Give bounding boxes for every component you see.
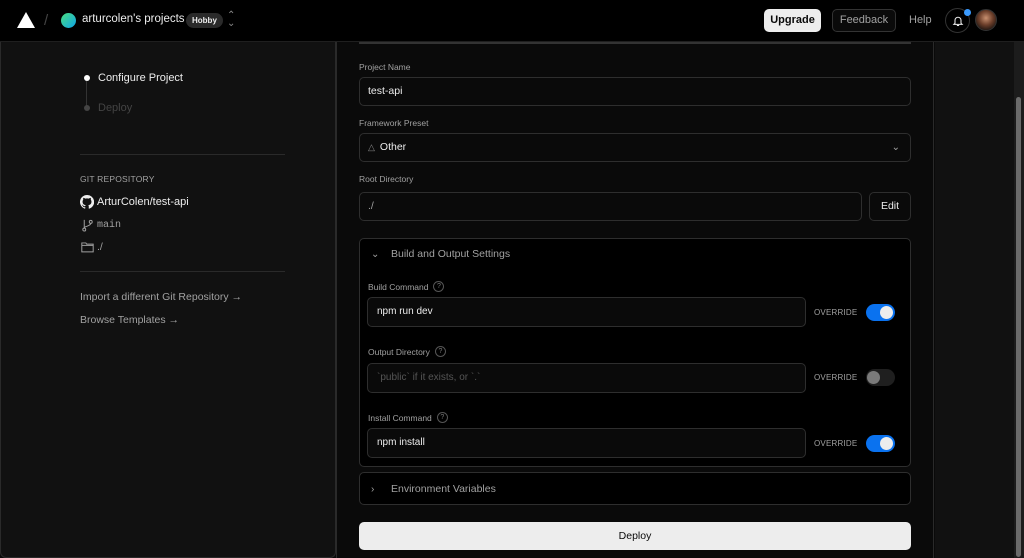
step-pending-dot-icon (84, 105, 90, 111)
output-directory-label: Output Directory ? (368, 346, 446, 357)
step-label: Deploy (98, 102, 133, 114)
help-question-icon[interactable]: ? (434, 346, 446, 357)
toggle-knob (880, 437, 893, 450)
edit-root-directory-button[interactable]: Edit (869, 192, 911, 221)
override-label: OVERRIDE (814, 439, 858, 448)
page-scrollbar[interactable] (1014, 42, 1024, 558)
github-icon (80, 195, 94, 209)
build-output-settings-toggle[interactable]: ⌄ Build and Output Settings (371, 248, 510, 260)
repo-name: ArturColen/test-api (97, 196, 189, 208)
feedback-button[interactable]: Feedback (832, 9, 896, 32)
deploy-button[interactable]: Deploy (359, 522, 911, 550)
step-current-dot-icon (84, 75, 90, 81)
upgrade-button[interactable]: Upgrade (764, 9, 821, 32)
sidebar-divider (80, 154, 285, 155)
output-directory-override-toggle[interactable] (866, 369, 895, 386)
team-avatar[interactable] (61, 13, 76, 28)
build-command-label: Build Command ? (368, 281, 445, 292)
git-branch-icon (80, 218, 94, 232)
folder-icon (80, 240, 94, 254)
notification-badge (964, 9, 971, 16)
framework-value: Other (379, 141, 407, 153)
build-command-input[interactable]: npm run dev (367, 297, 806, 327)
repo-link[interactable]: ArturColen/test-api (80, 195, 189, 209)
directory-path: ./ (97, 241, 103, 253)
step-label: Configure Project (98, 72, 183, 84)
help-question-icon[interactable]: ? (433, 281, 445, 292)
label-text: Build Command (368, 281, 429, 292)
sidebar-divider (80, 271, 285, 272)
toggle-knob (867, 371, 880, 384)
framework-other-icon: △ (368, 142, 375, 152)
step-configure-project: Configure Project (84, 72, 183, 84)
user-avatar[interactable] (975, 9, 997, 31)
environment-variables-toggle[interactable]: › Environment Variables (371, 483, 496, 495)
breadcrumb-separator: / (44, 12, 49, 29)
toggle-knob (880, 306, 893, 319)
vercel-logo-icon[interactable] (17, 12, 35, 28)
chevron-right-icon: › (371, 483, 375, 495)
install-command-input[interactable]: npm install (367, 428, 806, 458)
browse-templates-link[interactable]: Browse Templates → (80, 314, 179, 326)
directory-row: ./ (80, 240, 103, 254)
plan-badge: Hobby (186, 13, 223, 28)
label-text: Install Command (368, 412, 432, 423)
project-name-label: Project Name (359, 62, 411, 72)
branch-name: main (97, 219, 122, 231)
install-command-override-toggle[interactable] (866, 435, 895, 452)
right-gutter (935, 42, 1014, 558)
install-command-label: Install Command ? (368, 412, 448, 423)
root-directory-label: Root Directory (359, 174, 414, 184)
notifications-button[interactable] (945, 8, 971, 33)
import-different-repo-link[interactable]: Import a different Git Repository → (80, 291, 242, 303)
bell-icon (952, 16, 963, 26)
team-name-link[interactable]: arturcolen's projects (82, 13, 185, 25)
framework-preset-label: Framework Preset (359, 118, 429, 128)
framework-preset-select[interactable]: △ Other ⌄ (359, 133, 911, 162)
step-deploy: Deploy (84, 102, 132, 114)
project-name-input[interactable]: test-api (359, 77, 911, 106)
chevron-down-icon: ⌄ (891, 142, 900, 153)
root-directory-input[interactable]: ./ (359, 192, 862, 221)
git-repository-heading: GIT REPOSITORY (80, 174, 155, 184)
help-question-icon[interactable]: ? (436, 412, 448, 423)
build-command-override-toggle[interactable] (866, 304, 895, 321)
override-label: OVERRIDE (814, 308, 858, 317)
team-switcher-icon[interactable]: ⌃ ⌄ (227, 11, 235, 29)
scrollbar-thumb[interactable] (1016, 97, 1021, 557)
top-navigation-bar: / arturcolen's projects Hobby ⌃ ⌄ Upgrade… (0, 0, 1024, 42)
chevron-down-icon: ⌄ (371, 248, 380, 260)
branch-row: main (80, 218, 121, 232)
section-title: Environment Variables (391, 483, 496, 495)
form-top-border (359, 42, 911, 44)
help-link[interactable]: Help (909, 14, 932, 26)
override-label: OVERRIDE (814, 373, 858, 382)
label-text: Output Directory (368, 346, 430, 357)
output-directory-input[interactable]: `public` if it exists, or `.` (367, 363, 806, 393)
section-title: Build and Output Settings (391, 248, 511, 260)
